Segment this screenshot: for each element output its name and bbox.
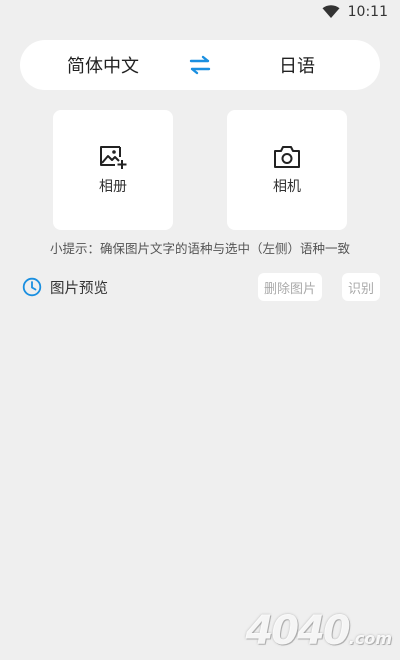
camera-button[interactable]: 相机 [227, 110, 347, 230]
language-bar: 简体中文 日语 [20, 40, 380, 90]
status-time: 10:11 [347, 4, 388, 20]
watermark-logo: 4040.com [245, 608, 392, 654]
camera-icon [274, 146, 300, 168]
recognize-button[interactable]: 识别 [341, 273, 380, 301]
swap-language-button[interactable] [186, 51, 214, 79]
watermark-suffix: .com [348, 629, 392, 648]
album-button[interactable]: 相册 [53, 110, 173, 230]
album-label: 相册 [99, 179, 127, 195]
preview-title: 图片预览 [50, 280, 108, 297]
wifi-icon [322, 5, 340, 18]
camera-label: 相机 [273, 179, 301, 195]
clock-icon [22, 277, 42, 297]
tip-text: 小提示：确保图片文字的语种与选中（左侧）语种一致 [49, 241, 350, 256]
image-add-icon [100, 146, 127, 169]
source-language-button[interactable]: 简体中文 [20, 52, 186, 78]
watermark-text: 4040 [245, 608, 350, 654]
status-bar: 10:11 [0, 0, 400, 24]
swap-arrows-icon [189, 55, 211, 75]
preview-header: 图片预览 删除图片 识别 [22, 272, 380, 302]
target-language-button[interactable]: 日语 [214, 52, 380, 78]
delete-image-button[interactable]: 删除图片 [257, 273, 322, 301]
